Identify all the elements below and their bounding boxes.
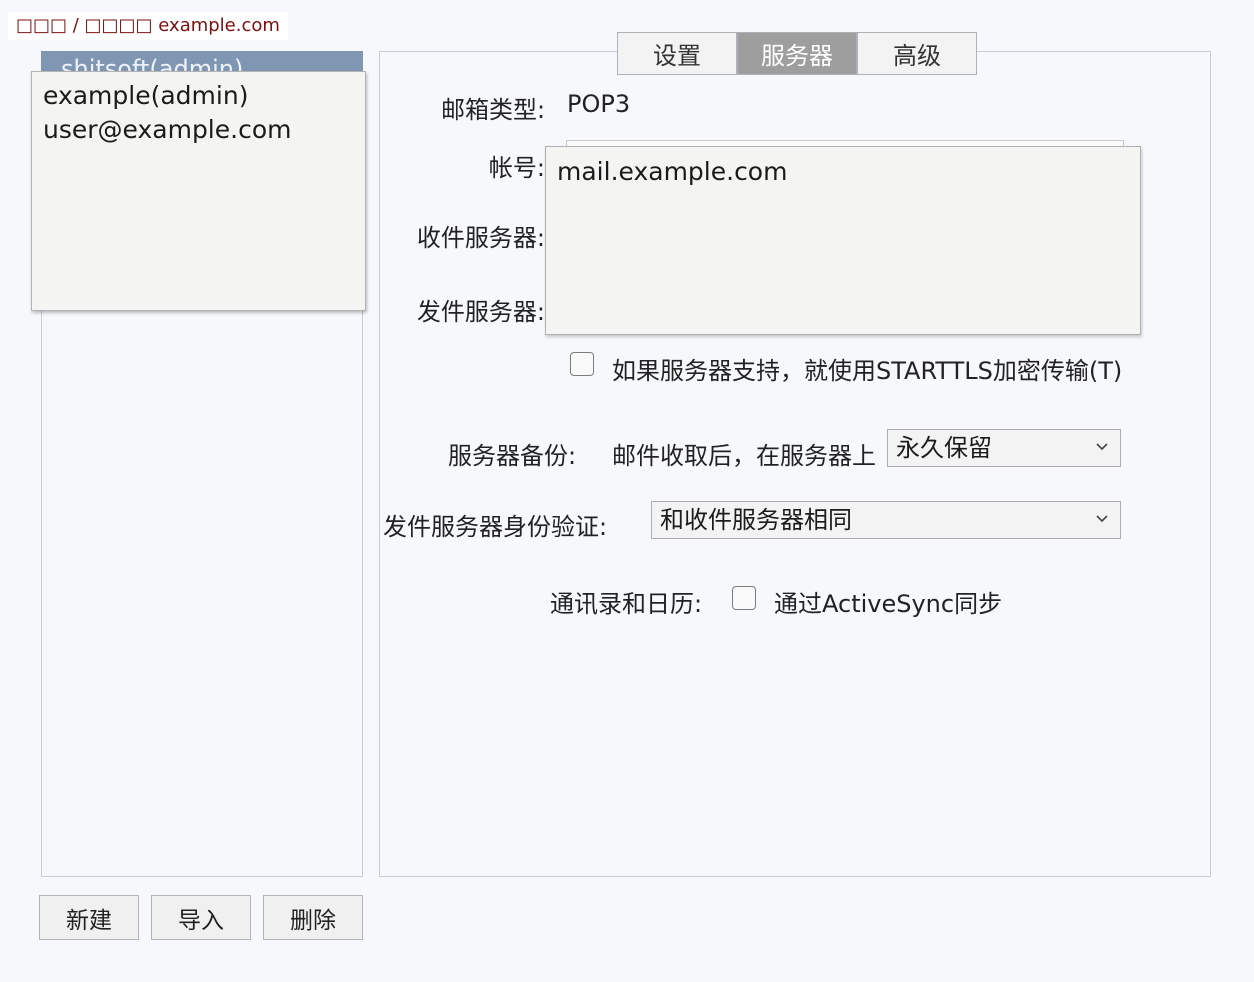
server-suggestion-item[interactable]: mail.example.com xyxy=(557,157,787,186)
account-suggestion-item[interactable]: example(admin) xyxy=(43,81,248,110)
mailbox-type-label: 邮箱类型: xyxy=(441,96,546,124)
account-suggestion-item[interactable]: user@example.com xyxy=(43,115,291,144)
server-backup-prefix: 邮件收取后，在服务器上 xyxy=(612,442,876,470)
breadcrumb: □□□ / □□□□ example.com xyxy=(8,12,288,40)
outgoing-auth-label: 发件服务器身份验证: xyxy=(383,513,608,541)
server-backup-select[interactable]: 永久保留 xyxy=(887,429,1121,467)
import-account-button[interactable]: 导入 xyxy=(151,895,251,940)
chevron-down-icon xyxy=(1096,443,1108,451)
chevron-down-icon xyxy=(1096,515,1108,523)
outgoing-auth-value: 和收件服务器相同 xyxy=(660,506,852,534)
starttls-label: 如果服务器支持，就使用STARTTLS加密传输(T) xyxy=(612,357,1123,385)
mailbox-type-value: POP3 xyxy=(567,90,631,118)
activesync-label: 通过ActiveSync同步 xyxy=(774,590,1003,618)
new-account-button[interactable]: 新建 xyxy=(39,895,139,940)
tab-server[interactable]: 服务器 xyxy=(737,32,857,75)
contacts-calendar-label: 通讯录和日历: xyxy=(550,590,703,618)
server-suggestion-popup: mail.example.com xyxy=(545,146,1141,335)
outgoing-auth-select[interactable]: 和收件服务器相同 xyxy=(651,501,1121,539)
tab-advanced[interactable]: 高级 xyxy=(857,32,977,75)
account-suggestion-popup: example(admin) user@example.com xyxy=(31,71,366,311)
starttls-checkbox[interactable] xyxy=(570,352,594,376)
tab-settings[interactable]: 设置 xyxy=(617,32,737,75)
selected-account-row[interactable]: shitsoft(admin) xyxy=(41,51,363,71)
server-backup-label: 服务器备份: xyxy=(448,442,577,470)
selected-account-label: shitsoft(admin) xyxy=(61,55,244,71)
activesync-checkbox[interactable] xyxy=(732,586,756,610)
incoming-server-label: 收件服务器: xyxy=(416,224,545,252)
account-label: 帐号: xyxy=(488,154,545,182)
delete-account-button[interactable]: 删除 xyxy=(263,895,363,940)
server-backup-value: 永久保留 xyxy=(896,434,992,462)
outgoing-server-label: 发件服务器: xyxy=(416,298,545,326)
